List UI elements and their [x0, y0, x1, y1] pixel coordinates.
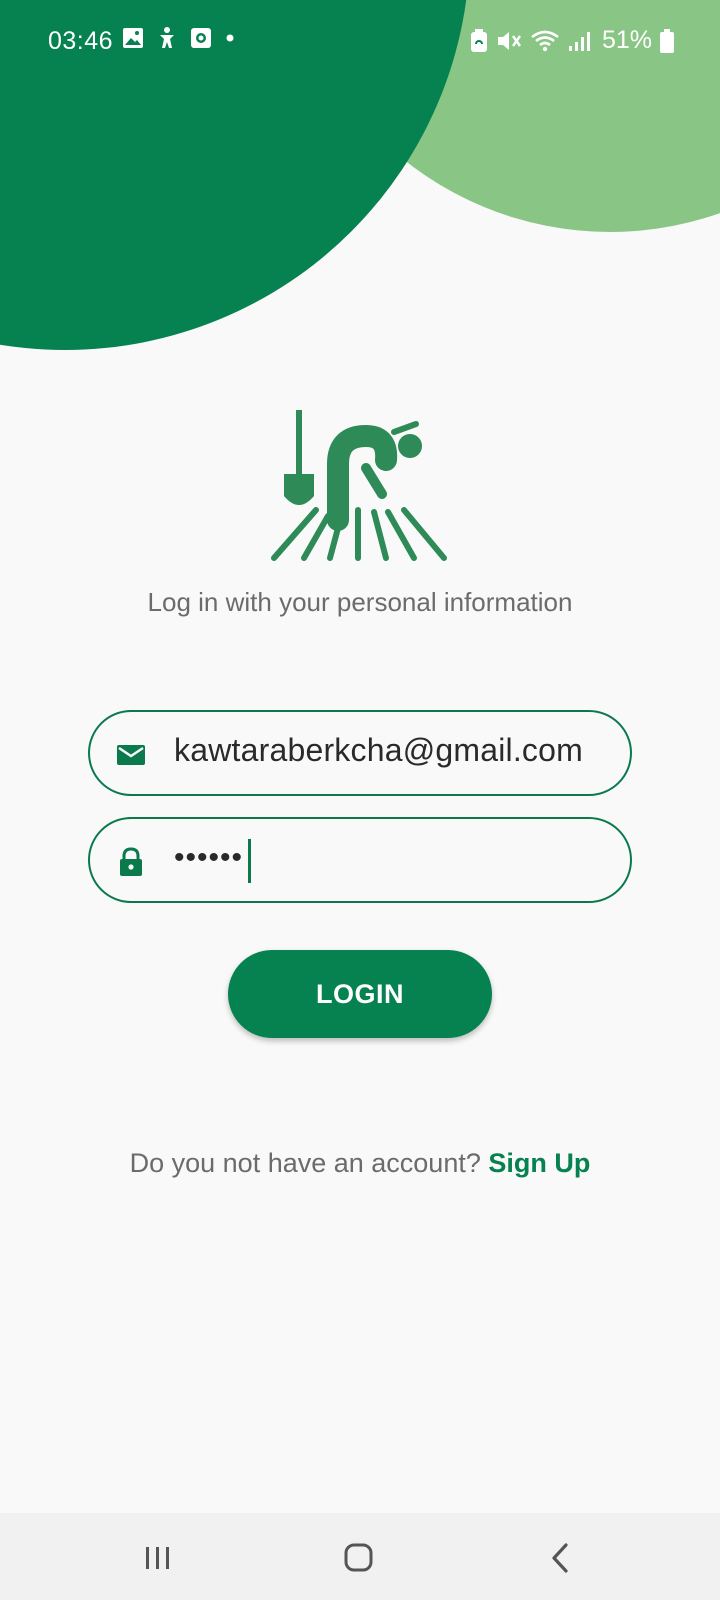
email-value: kawtaraberkcha@gmail.com — [174, 732, 583, 768]
password-field[interactable]: •••••• — [88, 817, 632, 903]
wifi-icon — [531, 30, 559, 51]
farmer-logo-icon — [271, 410, 447, 561]
signup-prompt: Do you not have an account? — [129, 1148, 481, 1178]
signup-link[interactable]: Sign Up — [488, 1148, 590, 1178]
lock-icon — [120, 847, 142, 876]
battery-saver-icon — [470, 28, 487, 52]
email-field[interactable]: kawtaraberkcha@gmail.com — [88, 710, 632, 796]
login-subtitle: Log in with your personal information — [147, 587, 573, 617]
status-time: 03:46 — [48, 27, 114, 55]
status-notification-icons — [122, 26, 236, 50]
mute-icon — [497, 31, 521, 50]
back-icon[interactable] — [536, 1533, 586, 1583]
signal-icon — [568, 31, 590, 51]
recent-apps-icon[interactable] — [133, 1533, 183, 1583]
navigation-bar — [0, 1513, 720, 1600]
image-icon — [123, 28, 143, 48]
password-value: •••••• — [174, 841, 244, 874]
mail-icon — [117, 745, 145, 765]
login-screen: 03:46 51% Log in with your personal info… — [0, 0, 720, 1600]
battery-icon — [660, 28, 674, 53]
text-cursor — [248, 839, 251, 883]
login-button[interactable]: LOGIN — [228, 950, 492, 1038]
status-system-icons: 51% — [470, 26, 674, 55]
battery-percent: 51% — [601, 26, 652, 54]
accessibility-icon — [160, 27, 174, 48]
home-icon[interactable] — [334, 1533, 384, 1583]
signup-prompt-row: Do you not have an account? Sign Up — [0, 1148, 720, 1179]
screen-record-icon — [191, 28, 211, 48]
status-bar: 03:46 51% — [0, 0, 720, 82]
dot-icon — [226, 34, 234, 42]
